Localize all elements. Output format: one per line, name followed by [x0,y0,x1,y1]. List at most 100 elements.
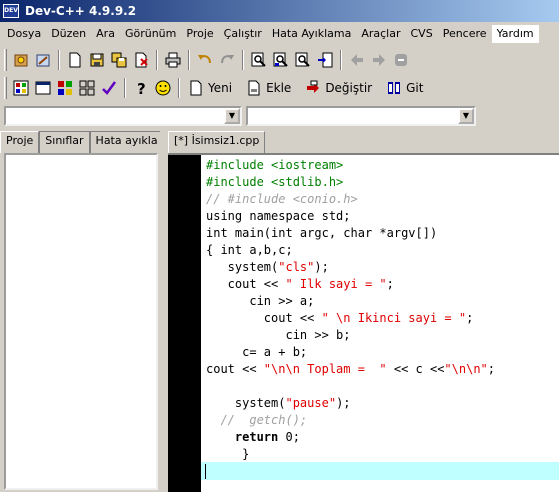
menu-search[interactable]: Ara [91,25,120,43]
code-token: "cls" [278,260,315,274]
tab-project[interactable]: Proje [0,131,40,153]
code-line[interactable]: cout << " Ilk sayi = "; [206,276,495,293]
code-line[interactable]: c= a + b; [206,344,495,361]
code-line[interactable]: cin >> b; [206,327,495,344]
replace-button-icon[interactable] [270,49,292,71]
code-editor[interactable]: #include <iostream> #include <stdlib.h> //… [168,153,559,492]
code-line[interactable]: using namespace std; [206,208,495,225]
menu-tools[interactable]: Araçlar [356,25,405,43]
member-combo[interactable]: ▼ [246,106,476,126]
code-token: "pause" [285,396,337,410]
menu-bar: Dosya Düzen Ara Görünüm Proje Çalıştır H… [0,24,559,44]
code-line[interactable]: { int a,b,c; [206,242,495,259]
code-token: cout << [206,311,322,325]
class-combo[interactable]: ▼ [4,106,242,126]
menu-edit[interactable]: Düzen [46,25,91,43]
menu-debug[interactable]: Hata Ayıklama [267,25,357,43]
code-line[interactable]: #include <iostream> [206,157,495,174]
tab-classes[interactable]: Sınıflar [39,131,90,153]
code-line[interactable]: #include <stdlib.h> [206,174,495,191]
code-token: cout << [206,362,264,376]
class-goto-button[interactable]: Git [382,77,427,99]
code-token: " \n Ikinci sayi = " [321,311,467,325]
goto-line-button[interactable] [314,49,336,71]
redo-button[interactable] [216,49,238,71]
code-text[interactable]: #include <iostream> #include <stdlib.h> //… [206,157,495,463]
find-next-button[interactable] [292,49,314,71]
close-file-button[interactable] [130,49,152,71]
code-token: "\n\n Toplam = " [263,362,387,376]
help-button[interactable]: ? [130,77,152,99]
class-add-button[interactable]: Ekle [242,77,295,99]
next-bookmark-button[interactable] [368,49,390,71]
code-token: } [206,447,250,461]
code-line[interactable]: // getch(); [206,412,495,429]
debug-button[interactable] [98,77,120,99]
save-all-button[interactable] [108,49,130,71]
code-token: 0; [278,430,300,444]
project-tree[interactable] [4,153,158,490]
menu-window[interactable]: Pencere [438,25,492,43]
project-new-icon [36,54,50,67]
code-line[interactable]: cout << " \n Ikinci sayi = "; [206,310,495,327]
tab-file[interactable]: [*] İsimsiz1.cpp [168,131,266,153]
code-line[interactable]: system("pause"); [206,395,495,412]
panel-splitter[interactable] [160,131,166,492]
rebuild-button[interactable] [76,77,98,99]
code-token: "\n\n" [444,362,488,376]
redo-icon [221,55,234,64]
code-token: { int a,b,c; [206,243,293,257]
chevron-down-icon[interactable]: ▼ [458,108,474,124]
editor-gutter[interactable] [168,155,201,492]
code-line[interactable]: return 0; [206,429,495,446]
arrow-left-icon [351,54,363,66]
toolbar-grip[interactable] [4,49,7,71]
toolbar-grip[interactable] [4,77,7,99]
toolbar-separator [188,50,190,70]
save-button[interactable] [86,49,108,71]
code-token: ); [336,396,351,410]
code-line[interactable]: // #include <conio.h> [206,191,495,208]
toolbar-separator [58,50,60,70]
arrow-right-icon [373,54,385,66]
new-file-button[interactable] [64,49,86,71]
open-project-button[interactable] [10,49,32,71]
menu-file[interactable]: Dosya [2,25,46,43]
bookmark-icon [395,54,407,66]
compile-run-button[interactable] [54,77,76,99]
menu-cvs[interactable]: CVS [406,25,438,43]
menu-execute[interactable]: Çalıştır [219,25,267,43]
tab-debug[interactable]: Hata ayıkla [89,131,164,153]
undo-button[interactable] [194,49,216,71]
code-line[interactable]: system("cls"); [206,259,495,276]
toolbar-separator [124,78,126,98]
code-token: cin >> a; [206,294,315,308]
code-line[interactable]: } [206,446,495,463]
save-all-icon [111,52,127,68]
code-line[interactable]: int main(int argc, char *argv[]) [206,225,495,242]
find-next-icon [295,52,310,67]
menu-view[interactable]: Görünüm [120,25,181,43]
menu-help[interactable]: Yardım [491,25,539,43]
code-line[interactable] [206,378,495,395]
toolbar-separator [156,50,158,70]
about-button[interactable] [152,77,174,99]
run-button[interactable] [32,77,54,99]
new-project-button[interactable] [32,49,54,71]
menu-project[interactable]: Proje [181,25,218,43]
new-file-icon [69,52,81,68]
left-tabs: Proje Sınıflar Hata ayıkla [0,131,164,153]
class-new-button[interactable]: Yeni [184,77,236,99]
find-button[interactable] [248,49,270,71]
code-token: int main(int argc, char *argv[]) [206,226,438,240]
chevron-down-icon[interactable]: ▼ [224,108,240,124]
compile-button[interactable] [10,77,32,99]
code-line[interactable]: cin >> a; [206,293,495,310]
bookmark-button[interactable] [390,49,412,71]
code-line[interactable]: cout << "\n\n Toplam = " << c <<"\n\n"; [206,361,495,378]
class-replace-button[interactable]: Değiştir [301,77,376,99]
prev-bookmark-button[interactable] [346,49,368,71]
print-button[interactable] [162,49,184,71]
code-token: system( [206,396,286,410]
